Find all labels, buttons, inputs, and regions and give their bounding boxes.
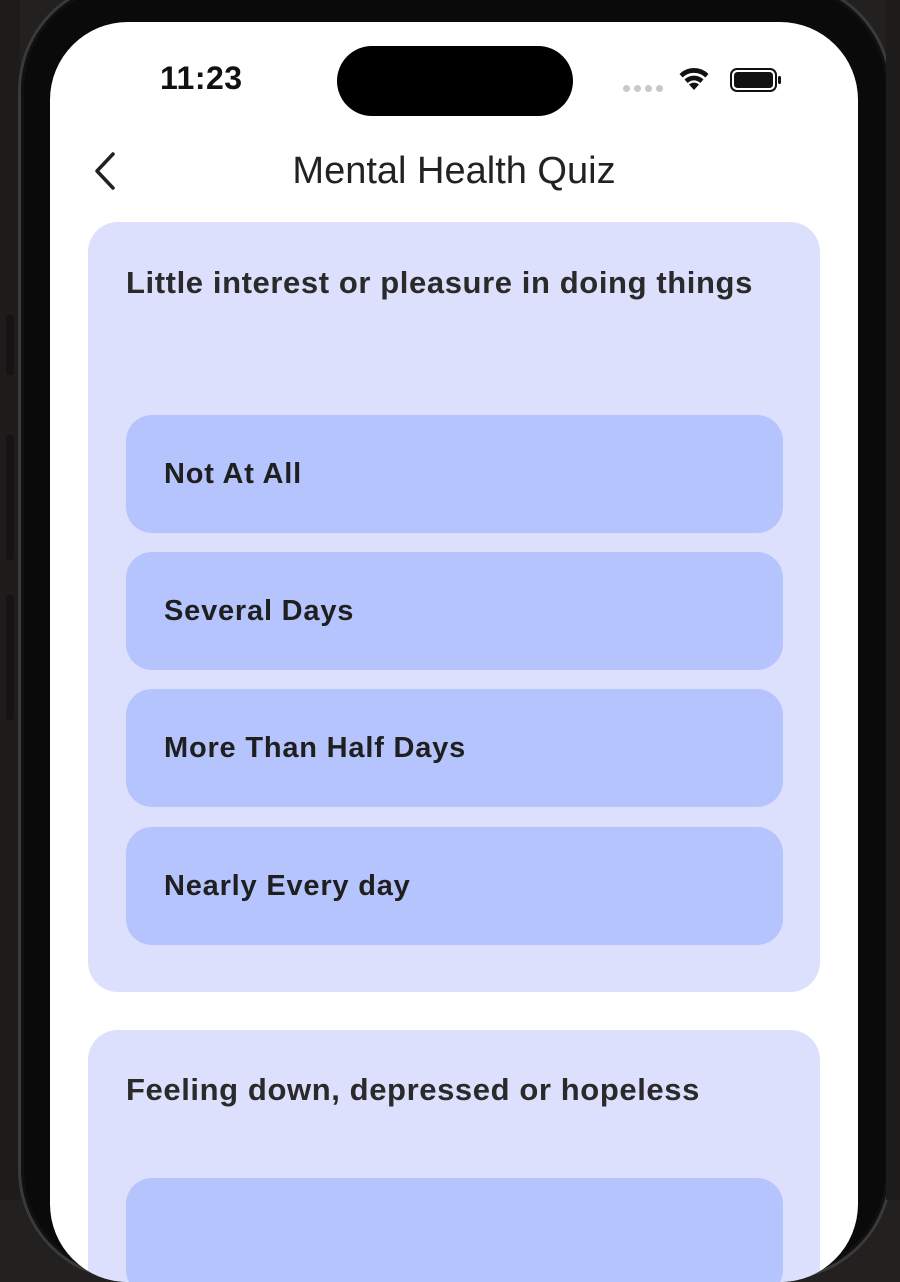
phone-frame: 11:23 Mental Health Quiz Little interest… <box>18 0 892 1282</box>
page-title: Mental Health Quiz <box>292 150 616 192</box>
phone-action-button <box>6 315 14 375</box>
question-card: Feeling down, depressed or hopeless <box>88 1030 820 1282</box>
background-right <box>886 0 900 1200</box>
question-text: Feeling down, depressed or hopeless <box>126 1072 700 1107</box>
option-partial[interactable] <box>126 1178 783 1282</box>
question-text: Little interest or pleasure in doing thi… <box>126 265 753 300</box>
signal-dots-icon <box>623 85 663 92</box>
screen: 11:23 Mental Health Quiz Little interest… <box>50 22 858 1282</box>
option-not-at-all[interactable]: Not At All <box>126 415 783 533</box>
option-label: Several Days <box>164 595 355 627</box>
question-card: Little interest or pleasure in doing thi… <box>88 222 820 992</box>
phone-volume-up-button <box>6 435 14 560</box>
phone-volume-down-button <box>6 595 14 720</box>
wifi-icon <box>679 67 709 90</box>
option-label: More Than Half Days <box>164 732 467 764</box>
option-more-than-half-days[interactable]: More Than Half Days <box>126 689 783 807</box>
battery-icon <box>730 68 781 92</box>
status-time: 11:23 <box>160 60 243 96</box>
dynamic-island <box>337 46 573 116</box>
option-label: Not At All <box>164 458 302 490</box>
option-nearly-every-day[interactable]: Nearly Every day <box>126 827 783 945</box>
option-several-days[interactable]: Several Days <box>126 552 783 670</box>
option-label: Nearly Every day <box>164 870 411 902</box>
